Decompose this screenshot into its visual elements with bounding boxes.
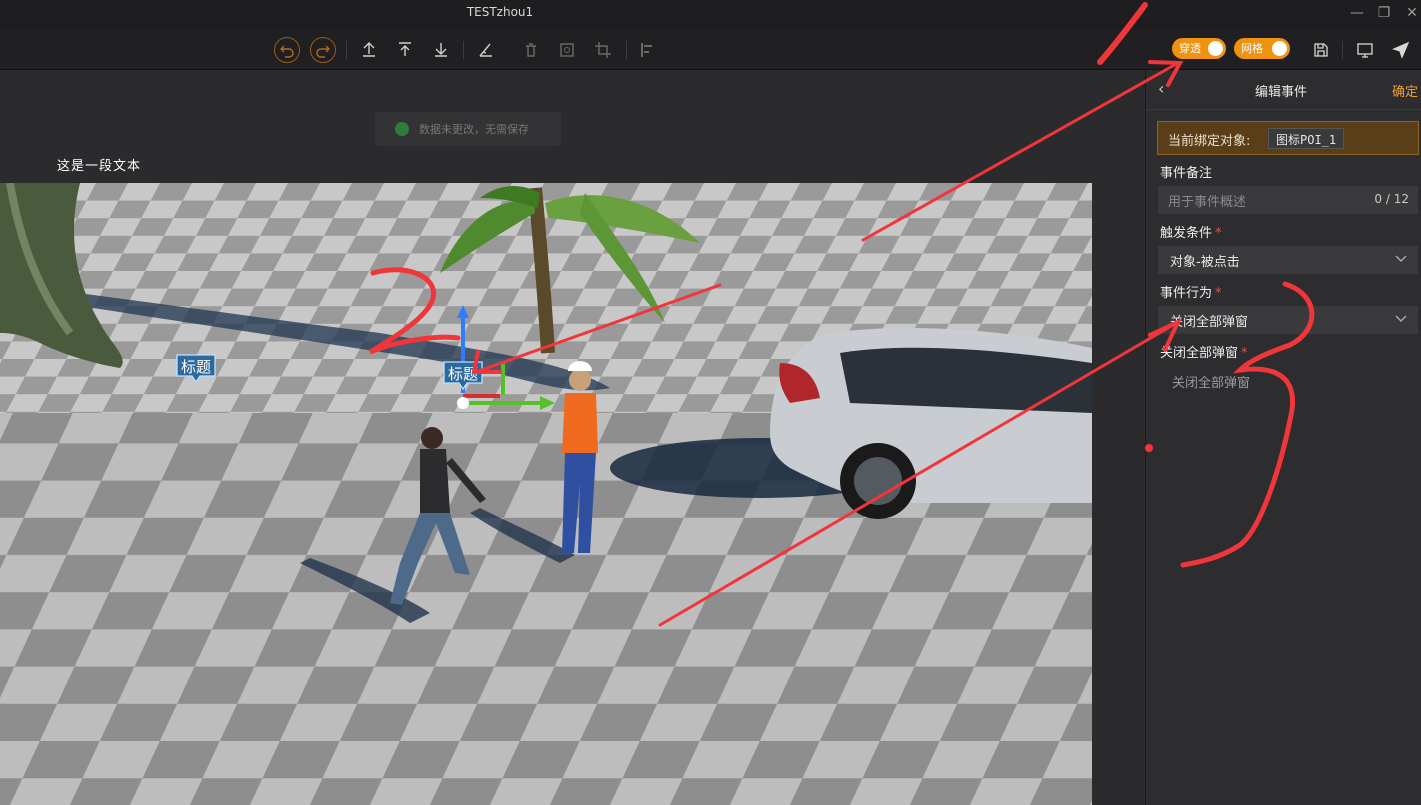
crop-button[interactable] [590, 37, 616, 63]
remark-placeholder: 用于事件概述 [1168, 195, 1247, 210]
remark-label: 事件备注 [1160, 162, 1212, 181]
required-mark: * [1215, 226, 1222, 241]
download-icon [435, 43, 447, 57]
event-edit-panel: ‹ 编辑事件 确定 当前绑定对象: 图标POI_1 事件备注 用于事件概述 0 … [1145, 70, 1421, 805]
undo-button[interactable] [274, 37, 300, 63]
toast-text: 数据未更改，无需保存 [419, 123, 529, 136]
poi-label: 标题 [180, 358, 211, 376]
save-icon [1314, 43, 1328, 57]
toolbar-separator [1342, 41, 1343, 59]
check-icon [395, 122, 409, 136]
chevron-down-icon [1395, 315, 1407, 322]
toggle-knob [1272, 41, 1287, 56]
align-button[interactable] [635, 37, 661, 63]
trigger-select[interactable]: 对象-被点击 [1158, 246, 1418, 274]
trigger-select-value: 对象-被点击 [1170, 255, 1240, 270]
title-bar: TESTzhou1 — ❐ ✕ [0, 0, 1421, 28]
3d-scene[interactable]: 标题 标题 [0, 183, 1092, 805]
delete-button[interactable] [518, 37, 544, 63]
action-select[interactable]: 关闭全部弹窗 [1158, 306, 1418, 334]
frame-button[interactable] [554, 37, 580, 63]
toast-message: 数据未更改，无需保存 [375, 112, 561, 146]
bound-object-tag[interactable]: 图标POI_1 [1268, 128, 1345, 149]
action-select-value: 关闭全部弹窗 [1170, 315, 1249, 330]
redo-button[interactable] [310, 37, 336, 63]
action-label-text: 事件行为 [1160, 286, 1213, 301]
toolbar-separator [626, 41, 627, 59]
poi-marker-selected[interactable]: 标题 [440, 359, 486, 391]
grid-toggle[interactable]: 网格 [1234, 38, 1290, 59]
remark-char-count: 0 / 12 [1374, 192, 1409, 206]
poi-marker[interactable]: 标题 [173, 352, 219, 384]
remark-input[interactable]: 用于事件概述 0 / 12 [1158, 186, 1418, 214]
close-popups-value: 关闭全部弹窗 [1172, 376, 1251, 391]
toolbar-separator [463, 41, 464, 59]
scene-render [0, 183, 1092, 805]
monitor-icon [1357, 43, 1373, 58]
window-title: TESTzhou1 [466, 5, 534, 19]
restore-button[interactable]: ❐ [1373, 4, 1395, 22]
upload-top-icon [399, 42, 411, 56]
poi-label: 标题 [447, 365, 478, 383]
bound-object-label: 当前绑定对象: [1168, 134, 1251, 149]
close-popups-label: 关闭全部弹窗 * [1160, 342, 1248, 361]
action-label: 事件行为 * [1160, 282, 1222, 301]
save-button[interactable] [1308, 37, 1334, 63]
undo-icon [280, 45, 294, 58]
confirm-button[interactable]: 确定 [1392, 81, 1418, 100]
toolbar-separator [346, 41, 347, 59]
panel-header: ‹ 编辑事件 确定 [1146, 70, 1421, 110]
panel-title: 编辑事件 [1254, 85, 1307, 100]
app-window: TESTzhou1 — ❐ ✕ 穿透 网格 这是一段文本 标题 标题 数据未更改… [0, 0, 1421, 805]
close-popups-label-text: 关闭全部弹窗 [1160, 346, 1239, 361]
measure-button[interactable] [473, 37, 499, 63]
download-button[interactable] [428, 37, 454, 63]
scene-viewport[interactable]: 这是一段文本 标题 标题 数据未更改，无需保存 [0, 70, 1145, 805]
upload-button[interactable] [356, 37, 382, 63]
minimize-button[interactable]: — [1346, 4, 1368, 22]
monitor-button[interactable] [1352, 37, 1378, 63]
penetrate-toggle[interactable]: 穿透 [1172, 38, 1226, 59]
upload-top-button[interactable] [392, 37, 418, 63]
align-icon [641, 43, 652, 57]
required-mark: * [1241, 346, 1248, 361]
delete-icon [526, 43, 536, 57]
required-mark: * [1215, 286, 1222, 301]
send-icon [1392, 41, 1410, 59]
close-button[interactable]: ✕ [1401, 4, 1421, 22]
trigger-label-text: 触发条件 [1160, 226, 1213, 241]
toggle-knob [1208, 41, 1223, 56]
crop-icon [595, 42, 611, 58]
viewport-gutter [1092, 183, 1145, 805]
bound-object-banner: 当前绑定对象: 图标POI_1 [1157, 121, 1419, 155]
redo-icon [316, 45, 330, 58]
toolbar: 穿透 网格 [0, 28, 1421, 70]
frame-icon [560, 43, 574, 57]
chevron-down-icon [1395, 255, 1407, 262]
penetrate-toggle-label: 穿透 [1179, 42, 1201, 55]
measure-icon [479, 43, 492, 57]
scene-text-label[interactable]: 这是一段文本 [57, 155, 141, 174]
publish-button[interactable] [1388, 37, 1414, 63]
trigger-label: 触发条件 * [1160, 222, 1222, 241]
grid-toggle-label: 网格 [1241, 42, 1263, 55]
remark-label-text: 事件备注 [1160, 166, 1213, 181]
upload-icon [363, 42, 375, 57]
